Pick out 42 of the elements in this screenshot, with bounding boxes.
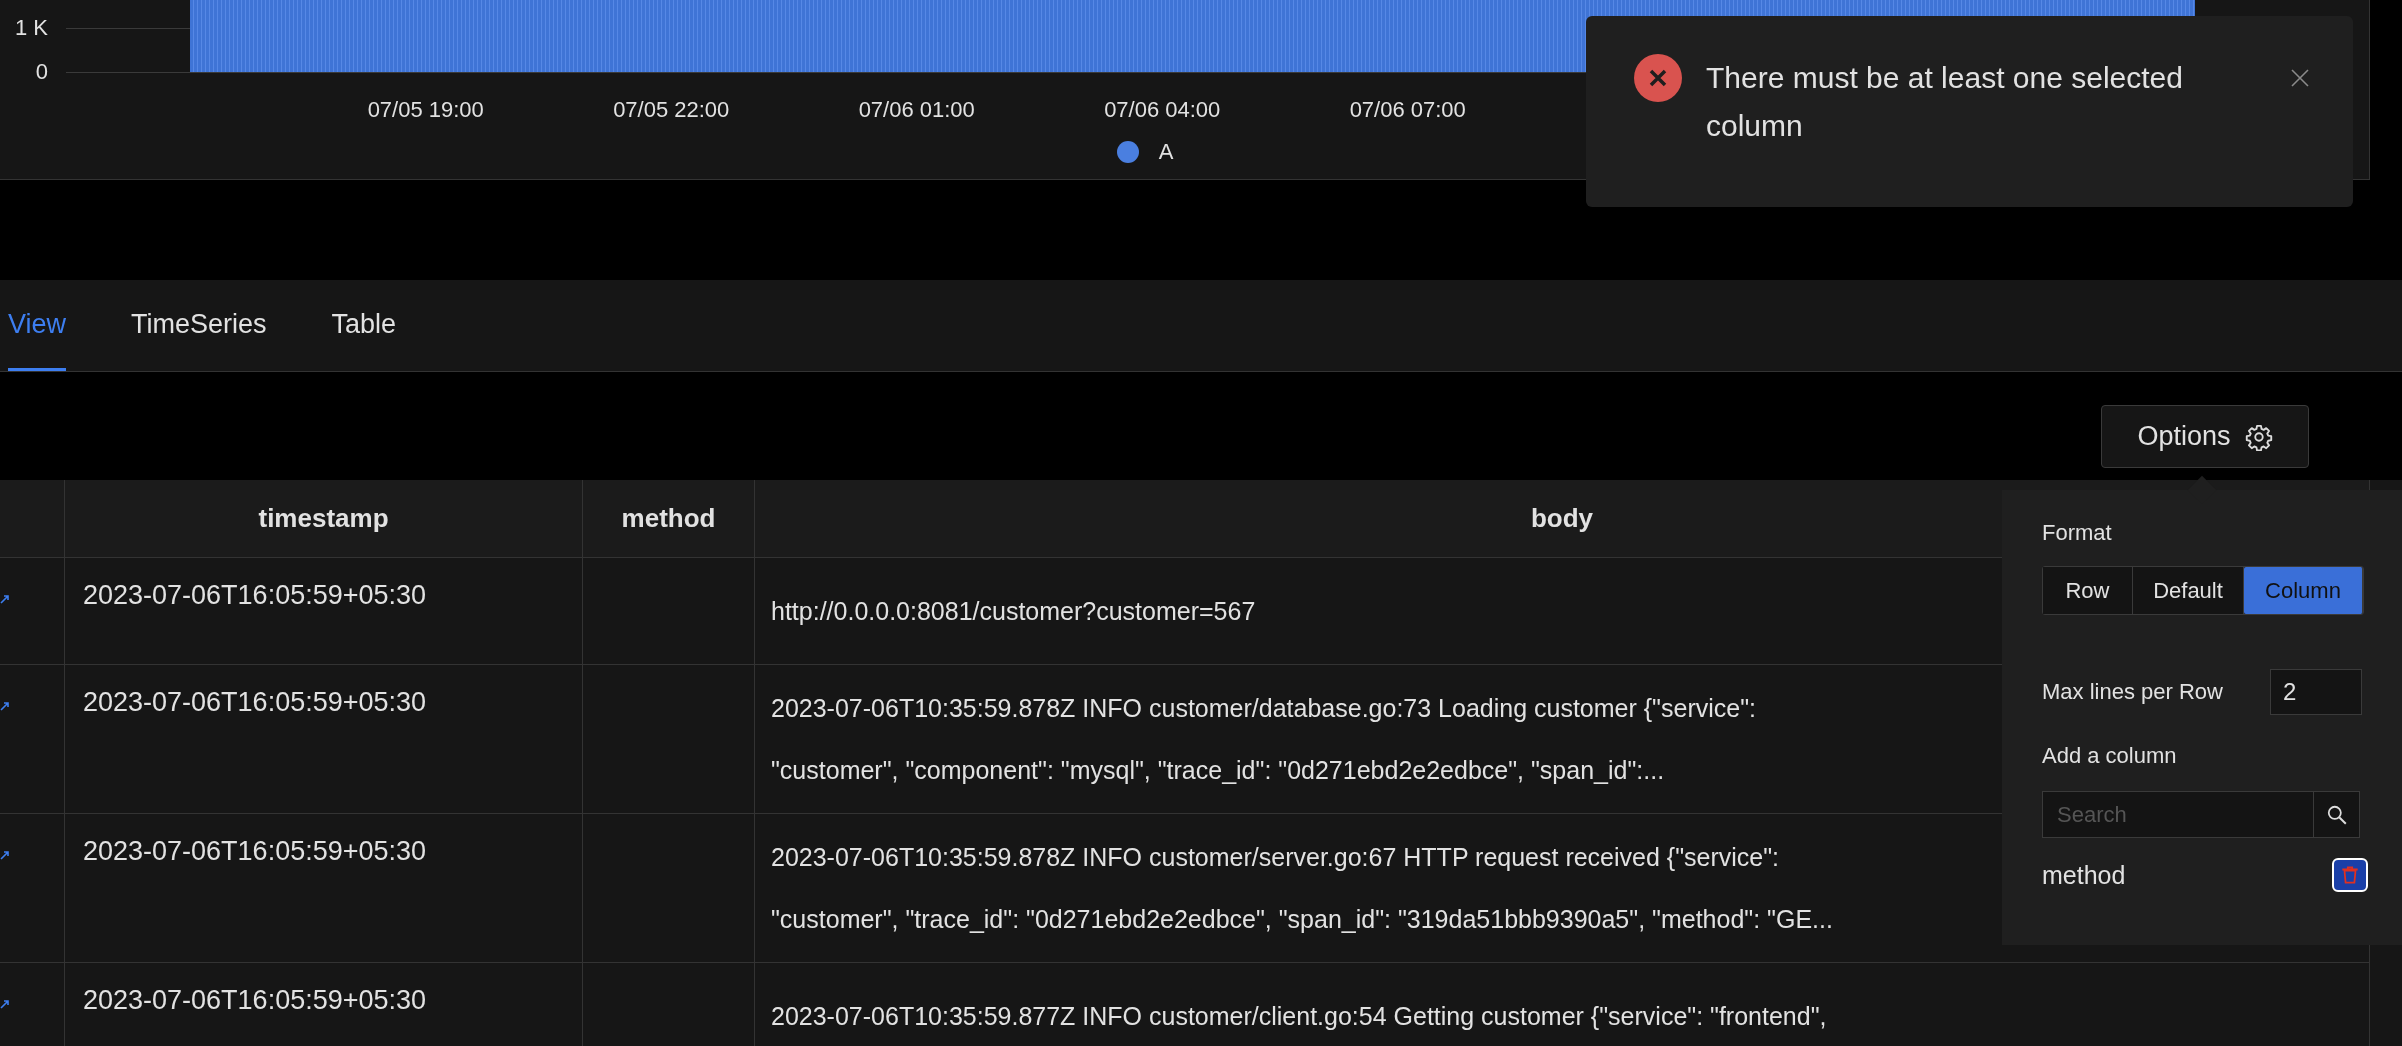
x-axis-label: 07/06 01:00 — [858, 97, 975, 123]
delete-button[interactable] — [2332, 858, 2368, 892]
x-axis-label: 07/06 07:00 — [1349, 97, 1466, 123]
column-header: method — [583, 480, 755, 558]
trash-icon — [2339, 864, 2361, 886]
error-icon — [1634, 54, 1682, 102]
column-header: timestamp — [65, 480, 583, 558]
add-column-label: Add a column — [2042, 743, 2178, 769]
table-cell: 2023-07-06T16:05:59+05:30 — [65, 814, 583, 963]
expand-icon[interactable] — [0, 594, 10, 604]
expand-icon[interactable] — [0, 701, 10, 711]
format-option[interactable]: Row — [2043, 567, 2133, 614]
table-cell: 2023-07-06T16:05:59+05:30 — [65, 558, 583, 665]
close-icon[interactable] — [2290, 68, 2310, 88]
log-line: "customer", "trace_id": "0d271ebd2e2edbce", "span_id": "319da51bbb9390a5", "method": "GE... — [771, 904, 1833, 935]
expand-icon[interactable] — [0, 999, 10, 1009]
options-button[interactable]: Options — [2101, 405, 2309, 468]
toast-message: There must be at least one selected column — [1706, 60, 2184, 144]
x-axis-label: 07/05 22:00 — [613, 97, 730, 123]
table-cell: 2023-07-06T16:05:59+05:30 — [65, 665, 583, 814]
table-cell: 2023-07-06T16:05:59+05:30 — [65, 963, 583, 1046]
column-name: method — [2042, 860, 2126, 890]
tab[interactable]: View — [8, 280, 67, 371]
x-axis-label: 07/06 04:00 — [1104, 97, 1221, 123]
max-lines-input[interactable]: 2 — [2270, 669, 2362, 715]
log-line: http://0.0.0.0:8081/customer?customer=567 — [771, 596, 1256, 627]
expand-icon[interactable] — [0, 850, 10, 860]
y-axis-label: 0 — [35, 58, 48, 86]
y-axis-label: 1 K — [14, 14, 48, 42]
x-axis-label: 07/05 19:00 — [367, 97, 484, 123]
log-line: 2023-07-06T10:35:59.877Z INFO customer/client.go:54 Getting customer {"service": "frontend", — [771, 1001, 1827, 1032]
tab[interactable]: Table — [331, 280, 397, 371]
settings-icon — [2244, 422, 2273, 451]
legend-label: A — [1158, 139, 1174, 165]
format-option[interactable]: Default — [2133, 567, 2244, 614]
log-line: "customer", "component": "mysql", "trace_id": "0d271ebd2e2edbce", "span_id":... — [771, 755, 1665, 786]
format-label: Format — [2042, 520, 2113, 546]
log-line: 2023-07-06T10:35:59.878Z INFO customer/database.go:73 Loading customer {"service": — [771, 693, 1756, 724]
log-line: 2023-07-06T10:35:59.878Z INFO customer/server.go:67 HTTP request received {"service": — [771, 842, 1780, 873]
max-lines-label: Max lines per Row — [2042, 679, 2223, 705]
tab[interactable]: TimeSeries — [131, 280, 267, 371]
format-option[interactable]: Column — [2244, 567, 2363, 614]
